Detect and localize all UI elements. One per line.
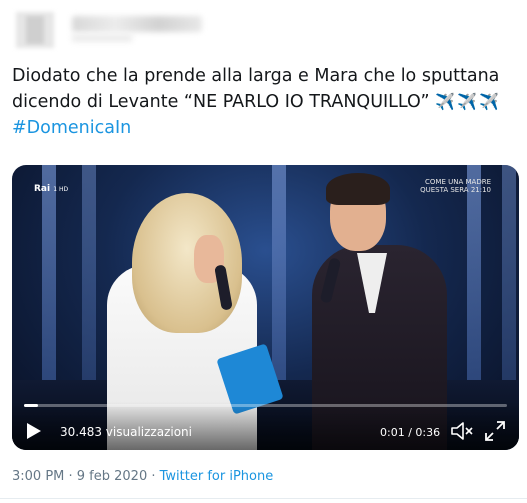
tweet-meta: 3:00 PM · 9 feb 2020 · Twitter for iPhon… xyxy=(12,469,273,484)
progress-bar[interactable] xyxy=(24,404,507,407)
airplane-emojis: ✈️✈️✈️ xyxy=(435,92,501,111)
fullscreen-icon[interactable] xyxy=(484,420,506,442)
promo-overlay: COME UNA MADRE QUESTA SERA 21:10 xyxy=(411,178,491,194)
presenter-hair xyxy=(132,193,242,333)
video-time: 0:01 / 0:36 xyxy=(380,426,441,439)
promo-line-1: COME UNA MADRE xyxy=(425,178,491,186)
tweet-body: Diodato che la prende alla larga e Mara … xyxy=(12,66,500,112)
channel-hd: 1 HD xyxy=(53,186,69,193)
user-name-blurred[interactable] xyxy=(72,16,202,32)
tweet-header xyxy=(16,8,216,52)
volume-muted-icon[interactable] xyxy=(450,420,474,442)
divider xyxy=(0,498,527,499)
video-player[interactable]: Rai 1 HD COME UNA MADRE QUESTA SERA 21:1… xyxy=(12,165,519,450)
play-icon[interactable] xyxy=(26,422,42,440)
channel-logo: Rai 1 HD xyxy=(34,184,68,194)
avatar[interactable] xyxy=(16,12,54,48)
progress-fill xyxy=(24,404,39,407)
video-controls: 30.483 visualizzazioni 0:01 / 0:36 xyxy=(12,402,519,450)
meta-separator: · xyxy=(147,469,160,484)
timestamp[interactable]: 3:00 PM · 9 feb 2020 xyxy=(12,469,147,484)
tweet-source-link[interactable]: Twitter for iPhone xyxy=(160,469,274,484)
view-count: 30.483 visualizzazioni xyxy=(60,425,192,439)
singer-hair xyxy=(326,173,390,205)
channel-logo-text: Rai xyxy=(34,184,51,194)
promo-line-2: QUESTA SERA 21:10 xyxy=(420,186,491,194)
hashtag-link[interactable]: #DomenicaIn xyxy=(12,118,131,138)
user-handle-blurred[interactable] xyxy=(72,34,132,42)
tweet-text: Diodato che la prende alla larga e Mara … xyxy=(12,63,517,141)
